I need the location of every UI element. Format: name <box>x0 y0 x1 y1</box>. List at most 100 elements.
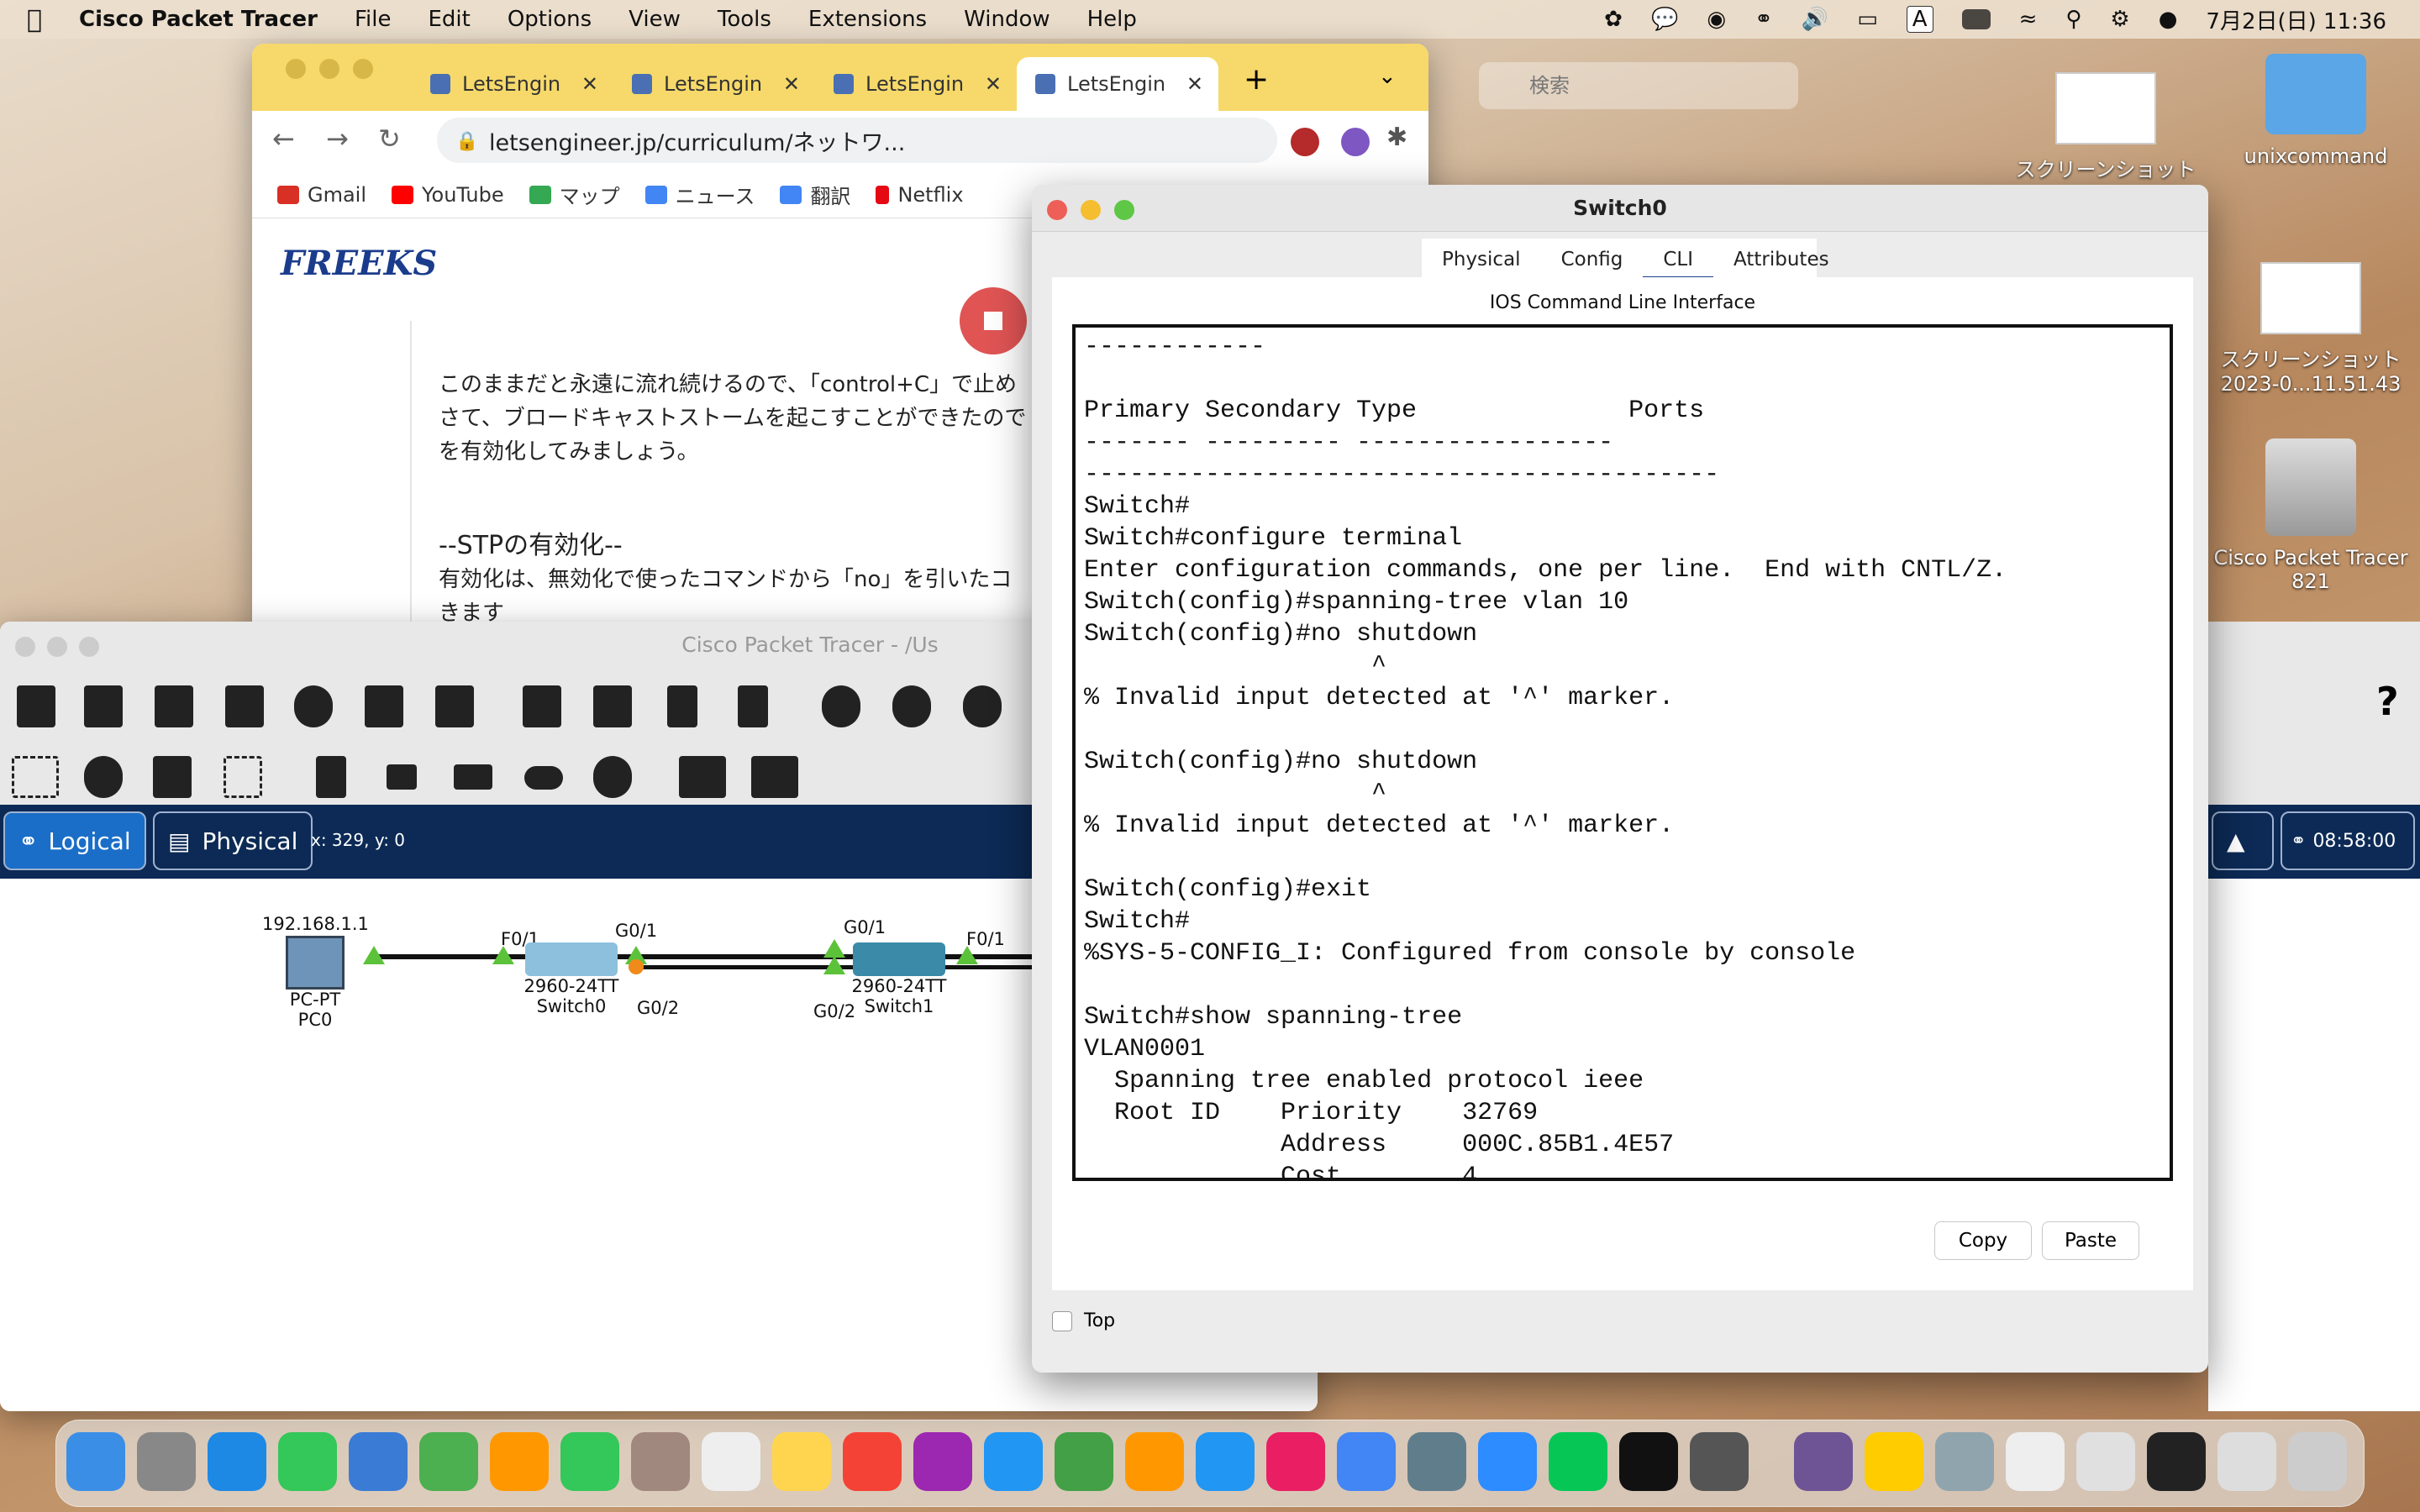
info-icon[interactable] <box>294 685 333 727</box>
close-window-button[interactable] <box>15 637 35 657</box>
minimize-window-button[interactable] <box>319 59 339 79</box>
bookmark-netflix[interactable]: Netflix <box>876 183 964 207</box>
tab-list-chevron-down-icon[interactable]: ⌄ <box>1378 64 1397 89</box>
safari-icon[interactable] <box>208 1432 266 1491</box>
notes-icon[interactable] <box>772 1432 831 1491</box>
reminders-icon[interactable] <box>702 1432 760 1491</box>
menu-view[interactable]: View <box>629 7 681 32</box>
cli-terminal[interactable]: ------------ Primary Secondary Type Ports… <box>1072 324 2173 1181</box>
bookmark-translate[interactable]: 翻訳 <box>780 180 850 209</box>
paste-icon[interactable] <box>593 685 632 727</box>
new-file-icon[interactable] <box>17 685 55 727</box>
note-icon[interactable] <box>316 756 346 798</box>
copy-button[interactable]: Copy <box>1934 1221 2032 1260</box>
print-icon[interactable] <box>225 685 264 727</box>
inspect-icon[interactable] <box>84 756 123 798</box>
mail-icon[interactable] <box>349 1432 408 1491</box>
close-window-button[interactable] <box>1047 200 1067 220</box>
tab-attributes[interactable]: Attributes <box>1713 239 1849 281</box>
desktop-screenshot-1[interactable]: スクリーンショット <box>2005 72 2207 182</box>
input-mode-icon[interactable]: A <box>1906 6 1933 33</box>
zoom-out-icon[interactable] <box>963 685 1002 727</box>
close-tab-icon[interactable]: ✕ <box>783 72 800 96</box>
physical-view-button[interactable]: ▤ Physical <box>153 811 313 870</box>
line-icon[interactable] <box>1549 1432 1607 1491</box>
browser-tab-active[interactable]: LetsEngin ✕ <box>1017 57 1218 111</box>
numbers-icon[interactable] <box>1055 1432 1113 1491</box>
accessibility-icon[interactable]: ◉ <box>1707 7 1726 32</box>
screenshot-icon[interactable] <box>1407 1432 1466 1491</box>
bookmark-maps[interactable]: マップ <box>529 180 620 209</box>
trash-icon[interactable] <box>2288 1432 2347 1491</box>
recent-window-icon[interactable] <box>2147 1432 2206 1491</box>
contacts-icon[interactable] <box>631 1432 690 1491</box>
siri-icon[interactable]: ● <box>2159 7 2178 32</box>
help-icon[interactable]: ? <box>2376 679 2399 724</box>
extension-icon[interactable] <box>1291 128 1319 156</box>
reload-icon[interactable]: ↻ <box>378 123 401 155</box>
close-tab-icon[interactable]: ✕ <box>1186 72 1203 96</box>
zoom-in-icon[interactable] <box>822 685 860 727</box>
minimize-window-button[interactable] <box>1081 200 1101 220</box>
apple-icon[interactable]:  <box>27 5 42 34</box>
facetime-icon[interactable] <box>560 1432 619 1491</box>
bookmark-youtube[interactable]: YouTube <box>392 183 504 207</box>
menu-tools[interactable]: Tools <box>718 7 771 32</box>
preview-icon[interactable] <box>1935 1432 1994 1491</box>
scrapbox-icon[interactable] <box>1266 1432 1325 1491</box>
keynote-icon[interactable] <box>984 1432 1043 1491</box>
puzzle-icon[interactable]: ✱ <box>1386 123 1407 152</box>
search-icon[interactable]: ⚲ <box>2065 7 2081 32</box>
zoom-window-button[interactable] <box>1114 200 1134 220</box>
pc0-device[interactable]: PC-PT PC0 <box>269 936 361 1030</box>
paste-button[interactable]: Paste <box>2042 1221 2139 1260</box>
volume-icon[interactable]: 🔊 <box>1802 7 1828 32</box>
clock-button[interactable]: ⚭ 08:58:00 <box>2281 811 2415 870</box>
browser-tab[interactable]: LetsEngin ✕ <box>815 57 1017 111</box>
switch1-device[interactable]: 2960-24TT Switch1 <box>840 942 958 1016</box>
close-window-button[interactable] <box>286 59 306 79</box>
freeform-icon[interactable] <box>593 756 632 798</box>
ellipse-icon[interactable] <box>524 766 563 790</box>
draw-line-icon[interactable] <box>387 764 417 790</box>
wifi-icon[interactable]: ≈ <box>2019 7 2038 32</box>
finder-icon[interactable] <box>66 1432 125 1491</box>
copy-icon[interactable] <box>523 685 561 727</box>
lock-icon[interactable]: 🔒 <box>455 131 478 152</box>
redo-icon[interactable] <box>738 685 768 727</box>
rectangle-icon[interactable] <box>454 764 492 790</box>
desktop-folder-unixcommand[interactable]: unixcommand <box>2215 54 2417 168</box>
launchpad-icon[interactable] <box>137 1432 196 1491</box>
select-icon[interactable] <box>12 756 59 798</box>
zoom-window-button[interactable] <box>79 637 99 657</box>
github-icon[interactable] <box>1794 1432 1853 1491</box>
record-stop-button[interactable] <box>960 287 1027 354</box>
display-icon[interactable]: ▭ <box>1857 7 1878 32</box>
settings-icon[interactable] <box>1690 1432 1749 1491</box>
photos-icon[interactable] <box>490 1432 549 1491</box>
save-icon[interactable] <box>155 685 193 727</box>
menu-extensions[interactable]: Extensions <box>808 7 927 32</box>
wizard-icon[interactable] <box>365 685 403 727</box>
open-folder-icon[interactable] <box>84 685 123 727</box>
control-center-icon[interactable]: ⚙ <box>2110 7 2129 32</box>
messages-icon[interactable] <box>278 1432 337 1491</box>
chat-icon[interactable]: 💬 <box>1651 7 1678 32</box>
close-tab-icon[interactable]: ✕ <box>985 72 1002 96</box>
music-icon[interactable] <box>843 1432 902 1491</box>
zoom-window-button[interactable] <box>353 59 373 79</box>
switch0-device[interactable]: 2960-24TT Switch0 <box>513 942 630 1016</box>
delete-icon[interactable] <box>153 756 192 798</box>
menu-options[interactable]: Options <box>508 7 592 32</box>
glasses-icon[interactable]: ⚭ <box>1754 7 1773 32</box>
recent-window-icon[interactable] <box>2076 1432 2135 1491</box>
pages-icon[interactable] <box>1125 1432 1184 1491</box>
close-tab-icon[interactable]: ✕ <box>581 72 598 96</box>
desktop-disk-packet-tracer[interactable]: Cisco Packet Tracer 821 <box>2210 438 2412 593</box>
extension-icon[interactable] <box>1341 128 1370 156</box>
flower-icon[interactable]: ✿ <box>1604 7 1623 32</box>
tab-physical[interactable]: Physical <box>1422 239 1541 281</box>
battery-icon[interactable] <box>1961 9 1991 29</box>
maps-icon[interactable] <box>419 1432 478 1491</box>
custom-device-icon[interactable] <box>435 685 474 727</box>
